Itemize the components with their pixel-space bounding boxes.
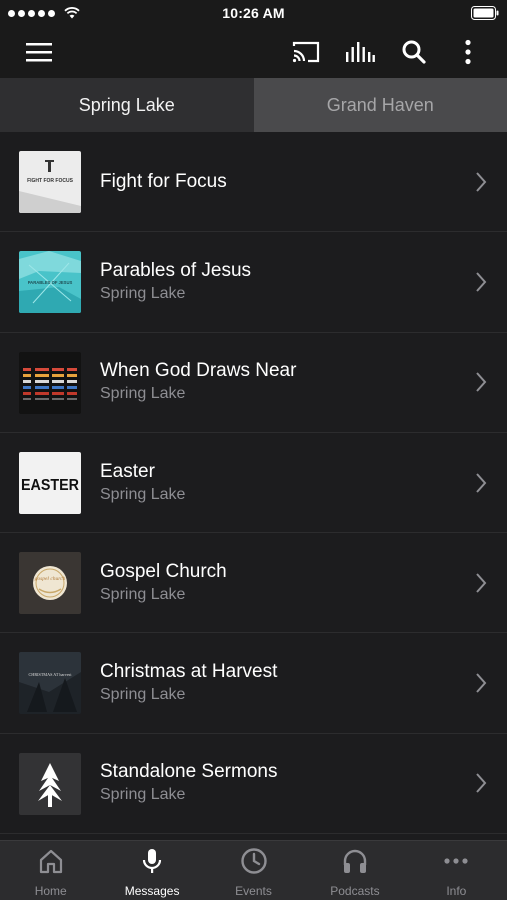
series-title: Gospel Church: [100, 560, 227, 582]
status-bar: 10:26 AM: [0, 0, 507, 26]
tab-spring-lake[interactable]: Spring Lake: [0, 78, 254, 132]
battery-icon: [471, 6, 499, 20]
nav-messages[interactable]: Messages: [101, 841, 202, 900]
thumb-text: PARABLES OF JESUS: [28, 280, 73, 285]
headphones-icon: [340, 846, 370, 876]
chevron-right-icon: [476, 673, 487, 693]
list-item[interactable]: Standalone Sermons Spring Lake: [0, 734, 507, 835]
nav-label: Podcasts: [330, 884, 380, 898]
list-item[interactable]: When God Draws Near Spring Lake: [0, 333, 507, 433]
nav-events[interactable]: Events: [203, 841, 304, 900]
status-time: 10:26 AM: [222, 5, 285, 21]
more-horizontal-icon: [441, 846, 471, 876]
list-item[interactable]: PARABLES OF JESUS Parables of Jesus Spri…: [0, 232, 507, 333]
series-title: Standalone Sermons: [100, 761, 278, 783]
nav-label: Events: [235, 884, 272, 898]
thumb-text: gospel church: [35, 576, 66, 582]
series-title: Easter: [100, 460, 155, 482]
series-thumbnail: PARABLES OF JESUS: [19, 251, 81, 314]
nav-label: Home: [34, 884, 67, 898]
series-campus: Spring Lake: [100, 786, 186, 804]
menu-icon[interactable]: [24, 38, 54, 66]
series-campus: Spring Lake: [100, 284, 186, 302]
clock-icon: [239, 846, 269, 876]
series-campus: Spring Lake: [100, 385, 186, 403]
nav-label: Messages: [124, 884, 180, 898]
list-item[interactable]: FIGHT FOR FOCUS Fight for Focus: [0, 132, 507, 233]
list-item[interactable]: EASTER Easter Spring Lake: [0, 433, 507, 534]
tab-grand-haven[interactable]: Grand Haven: [253, 78, 507, 132]
cast-icon[interactable]: [291, 38, 321, 66]
series-thumbnail: EASTER: [19, 451, 81, 514]
series-thumbnail: FIGHT FOR FOCUS: [19, 151, 81, 213]
more-vertical-icon[interactable]: [453, 38, 483, 66]
series-list: FIGHT FOR FOCUS Fight for Focus PARABLES…: [0, 132, 507, 835]
thumb-text: FIGHT FOR FOCUS: [27, 178, 73, 184]
toolbar: [0, 26, 507, 78]
thumb-text: EASTER: [21, 477, 79, 494]
list-item[interactable]: gospel church Gospel Church Spring Lake: [0, 533, 507, 634]
chevron-right-icon: [476, 472, 487, 493]
chevron-right-icon: [476, 171, 487, 192]
thumb-text: CHRISTMAS AT harvest: [29, 672, 73, 677]
home-icon: [36, 846, 66, 876]
nav-home[interactable]: Home: [0, 841, 101, 900]
nav-label: Info: [446, 884, 467, 898]
series-title: Christmas at Harvest: [100, 661, 278, 683]
chevron-right-icon: [476, 573, 487, 593]
microphone-icon: [137, 846, 167, 876]
campus-tabs: Spring Lake Grand Haven: [0, 78, 507, 132]
series-campus: Spring Lake: [100, 485, 186, 503]
bottom-tab-bar: Home Messages Events Podcasts Info: [0, 840, 507, 900]
series-campus: Spring Lake: [100, 585, 186, 603]
series-thumbnail: [19, 752, 81, 815]
search-icon[interactable]: [399, 38, 429, 66]
audio-bars-icon[interactable]: [345, 38, 375, 66]
series-title: When God Draws Near: [100, 360, 297, 382]
series-title: Parables of Jesus: [100, 259, 252, 281]
series-thumbnail: [19, 351, 81, 414]
chevron-right-icon: [476, 372, 487, 392]
nav-podcasts[interactable]: Podcasts: [304, 841, 405, 900]
series-thumbnail: CHRISTMAS AT harvest: [19, 652, 81, 715]
nav-info[interactable]: Info: [406, 841, 507, 900]
series-campus: Spring Lake: [100, 686, 186, 704]
series-thumbnail: gospel church: [19, 552, 81, 615]
chevron-right-icon: [476, 773, 487, 794]
chevron-right-icon: [476, 272, 487, 292]
list-item[interactable]: CHRISTMAS AT harvest Christmas at Harves…: [0, 633, 507, 734]
series-title: Fight for Focus: [100, 170, 227, 192]
